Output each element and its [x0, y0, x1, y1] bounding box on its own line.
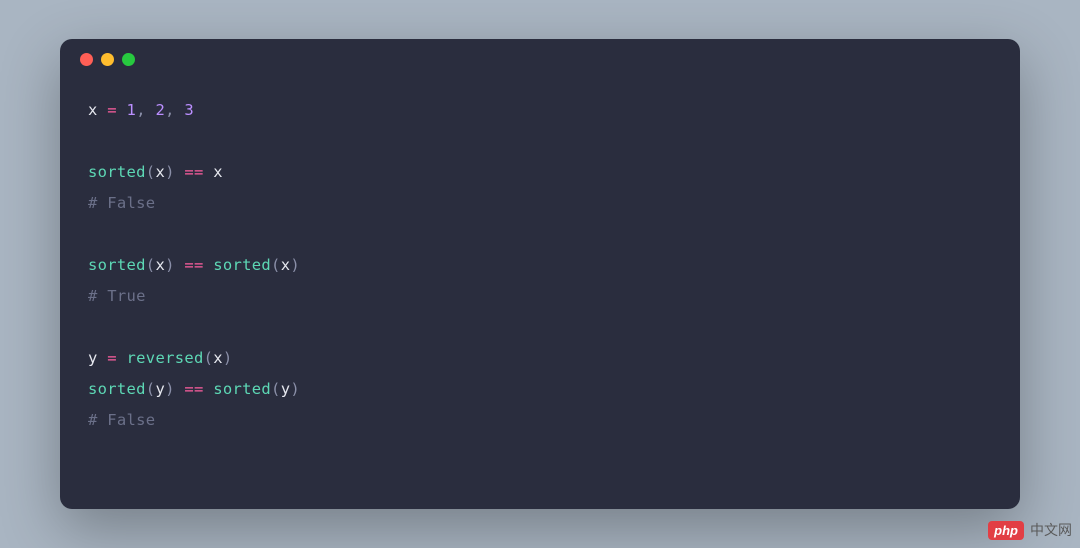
code-token [117, 349, 127, 367]
code-token: y [281, 380, 291, 398]
code-token: == [184, 163, 203, 181]
code-token: # False [88, 194, 155, 212]
code-token: sorted [213, 256, 271, 274]
blank-line [88, 126, 992, 157]
code-token: ) [165, 380, 184, 398]
blank-line [88, 312, 992, 343]
code-line: # False [88, 405, 992, 436]
code-token: 3 [184, 101, 194, 119]
code-token: sorted [88, 256, 146, 274]
code-line: x = 1, 2, 3 [88, 95, 992, 126]
code-token: 2 [155, 101, 165, 119]
code-token: = [107, 349, 117, 367]
code-token: reversed [127, 349, 204, 367]
code-token: x [213, 349, 223, 367]
code-line: sorted(x) == sorted(x) [88, 250, 992, 281]
code-token: sorted [88, 380, 146, 398]
code-line: sorted(x) == x [88, 157, 992, 188]
code-token: 1 [127, 101, 137, 119]
code-token: ( [146, 256, 156, 274]
code-line: # False [88, 188, 992, 219]
code-token [204, 380, 214, 398]
code-token: # True [88, 287, 146, 305]
maximize-icon[interactable] [122, 53, 135, 66]
code-token: x [281, 256, 291, 274]
code-token: , [136, 101, 155, 119]
code-token: x [88, 101, 107, 119]
code-token: y [88, 349, 107, 367]
code-token: == [184, 380, 203, 398]
code-token: ) [165, 256, 184, 274]
code-token: sorted [213, 380, 271, 398]
code-token: ( [146, 380, 156, 398]
watermark-text: 中文网 [1030, 520, 1072, 540]
code-token [204, 256, 214, 274]
code-line: # True [88, 281, 992, 312]
code-token: ) [223, 349, 233, 367]
code-token: ) [290, 380, 300, 398]
window-titlebar [60, 39, 1020, 79]
code-token: ) [290, 256, 300, 274]
code-token: ( [146, 163, 156, 181]
code-token: x [155, 256, 165, 274]
code-token: = [107, 101, 117, 119]
code-line: y = reversed(x) [88, 343, 992, 374]
code-token: sorted [88, 163, 146, 181]
code-token: ( [204, 349, 214, 367]
watermark: php 中文网 [988, 520, 1072, 540]
code-token: ( [271, 380, 281, 398]
code-token: ( [271, 256, 281, 274]
code-token: x [155, 163, 165, 181]
code-window: x = 1, 2, 3sorted(x) == x# Falsesorted(x… [60, 39, 1020, 509]
code-token: == [184, 256, 203, 274]
code-line: sorted(y) == sorted(y) [88, 374, 992, 405]
code-token [117, 101, 127, 119]
code-token: # False [88, 411, 155, 429]
minimize-icon[interactable] [101, 53, 114, 66]
code-token: ) [165, 163, 184, 181]
watermark-badge: php [988, 521, 1024, 540]
code-token: , [165, 101, 184, 119]
close-icon[interactable] [80, 53, 93, 66]
code-token: x [204, 163, 223, 181]
code-body: x = 1, 2, 3sorted(x) == x# Falsesorted(x… [60, 79, 1020, 452]
blank-line [88, 219, 992, 250]
code-token: y [155, 380, 165, 398]
